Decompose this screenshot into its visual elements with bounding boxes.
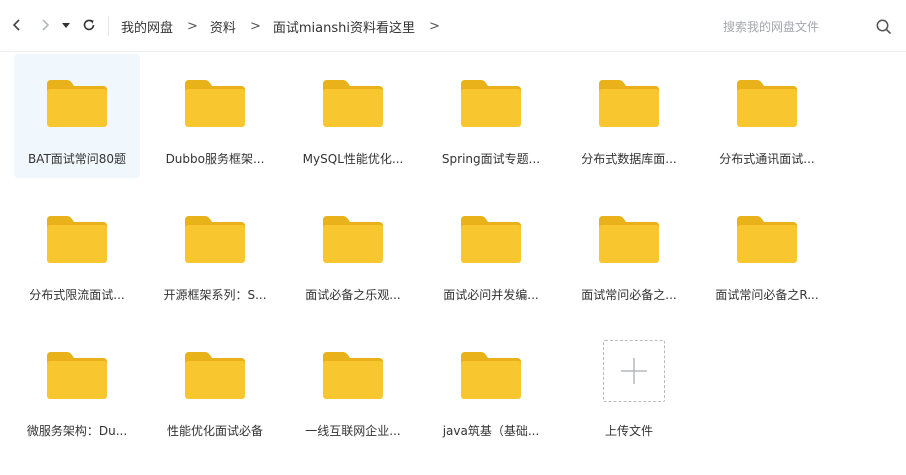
- caret-down-icon: [62, 23, 70, 28]
- folder-name: 面试常问必备之R...: [715, 288, 819, 302]
- breadcrumb: 我的网盘 > 资料 > 面试mianshi资料看这里 >: [121, 0, 452, 52]
- folder-icon: [185, 80, 245, 127]
- search-button[interactable]: [874, 17, 894, 37]
- search-input[interactable]: [712, 15, 873, 39]
- folder-name: BAT面试常问80题: [27, 152, 127, 166]
- folder-icon: [737, 80, 797, 127]
- folder-name: 微服务架构：Du...: [26, 424, 128, 438]
- folder-icon: [461, 216, 521, 263]
- folder-item[interactable]: 微服务架构：Du...: [14, 326, 140, 450]
- folder-name: 面试必问并发编...: [443, 288, 539, 302]
- folder-icon: [323, 352, 383, 399]
- folder-icon: [185, 216, 245, 263]
- breadcrumb-item-current[interactable]: 面试mianshi资料看这里: [273, 17, 415, 36]
- breadcrumb-item-materials[interactable]: 资料: [210, 17, 236, 36]
- upload-tile[interactable]: 上传文件: [566, 326, 692, 450]
- folder-item[interactable]: 面试常问必备之R...: [704, 190, 830, 314]
- folder-name: Spring面试专题...: [441, 152, 541, 166]
- folder-item[interactable]: MySQL性能优化...: [290, 54, 416, 178]
- toolbar-separator: [108, 16, 109, 36]
- folder-name: 分布式通讯面试...: [719, 152, 815, 166]
- folder-name: 分布式数据库面...: [581, 152, 677, 166]
- history-dropdown[interactable]: [58, 14, 74, 36]
- upload-box[interactable]: [603, 340, 665, 402]
- folder-icon: [323, 216, 383, 263]
- toolbar: 我的网盘 > 资料 > 面试mianshi资料看这里 >: [0, 0, 906, 52]
- folder-icon: [47, 216, 107, 263]
- folder-name: 分布式限流面试...: [29, 288, 125, 302]
- folder-item[interactable]: Dubbo服务框架...: [152, 54, 278, 178]
- folder-item[interactable]: 分布式限流面试...: [14, 190, 140, 314]
- breadcrumb-chevron-icon[interactable]: >: [429, 19, 440, 34]
- folder-icon: [323, 80, 383, 127]
- breadcrumb-item-home[interactable]: 我的网盘: [121, 17, 173, 36]
- breadcrumb-chevron-icon: >: [187, 18, 198, 34]
- folder-item[interactable]: 开源框架系列：S...: [152, 190, 278, 314]
- breadcrumb-chevron-icon: >: [249, 18, 261, 34]
- folder-item[interactable]: 分布式数据库面...: [566, 54, 692, 178]
- refresh-icon: [83, 19, 95, 31]
- folder-icon: [461, 80, 521, 127]
- chevron-left-icon: [12, 19, 20, 31]
- plus-icon: [621, 358, 647, 384]
- folder-icon: [47, 352, 107, 399]
- folder-item[interactable]: Spring面试专题...: [428, 54, 554, 178]
- search-icon: [876, 19, 892, 35]
- chevron-right-icon: [42, 19, 50, 31]
- folder-item[interactable]: java筑基（基础...: [428, 326, 554, 450]
- back-button[interactable]: [6, 14, 28, 36]
- upload-label: 上传文件: [604, 424, 653, 438]
- folder-item[interactable]: BAT面试常问80题: [14, 54, 140, 178]
- folder-item[interactable]: 面试必问并发编...: [428, 190, 554, 314]
- folder-name: 性能优化面试必备: [166, 424, 263, 438]
- folder-name: 一线互联网企业...: [305, 424, 401, 438]
- refresh-button[interactable]: [78, 14, 100, 36]
- folder-item[interactable]: 性能优化面试必备: [152, 326, 278, 450]
- folder-name: 面试必备之乐观...: [305, 288, 401, 302]
- folder-icon: [599, 216, 659, 263]
- folder-item[interactable]: 面试常问必备之...: [566, 190, 692, 314]
- folder-icon: [461, 352, 521, 399]
- search-box: [712, 14, 898, 40]
- folder-icon: [599, 80, 659, 127]
- folder-name: MySQL性能优化...: [302, 152, 404, 166]
- forward-button[interactable]: [34, 14, 56, 36]
- folder-icon: [47, 80, 107, 127]
- folder-name: Dubbo服务框架...: [165, 152, 265, 166]
- folder-name: 开源框架系列：S...: [163, 288, 267, 302]
- folder-name: java筑基（基础...: [442, 424, 540, 438]
- folder-icon: [737, 216, 797, 263]
- folder-name: 面试常问必备之...: [581, 288, 677, 302]
- folder-item[interactable]: 分布式通讯面试...: [704, 54, 830, 178]
- folder-item[interactable]: 一线互联网企业...: [290, 326, 416, 450]
- folder-icon: [185, 352, 245, 399]
- folder-item[interactable]: 面试必备之乐观...: [290, 190, 416, 314]
